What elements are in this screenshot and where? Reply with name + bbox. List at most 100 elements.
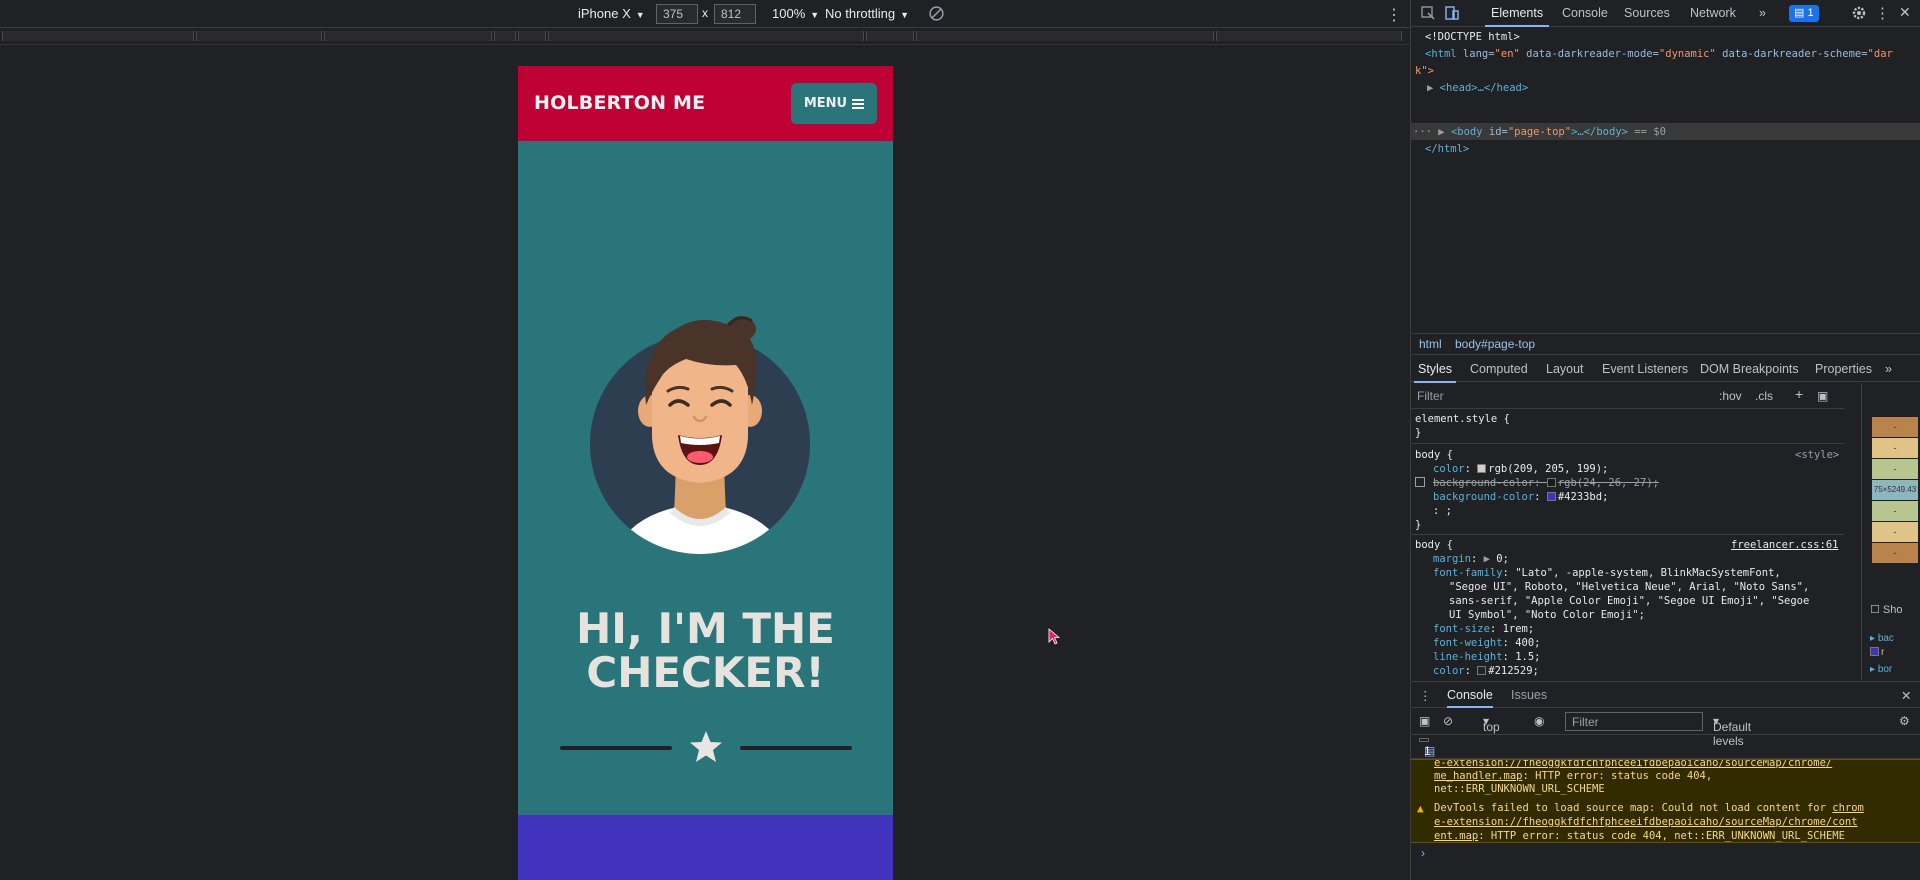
width-input[interactable]: 375 — [656, 4, 698, 24]
console-filter-input[interactable]: Filter — [1565, 712, 1703, 731]
tab-network[interactable]: Network — [1690, 6, 1736, 20]
drawer-menu-icon[interactable]: ⋮ — [1419, 688, 1432, 703]
margin-declaration[interactable]: margin: ▶ 0; — [1433, 552, 1509, 566]
inspect-element-icon[interactable] — [1420, 5, 1436, 21]
html-close-node[interactable]: </html> — [1425, 141, 1469, 158]
drawer-tab-issues[interactable]: Issues — [1511, 688, 1547, 702]
font-weight-declaration[interactable]: font-weight: 400; — [1433, 636, 1541, 650]
box-padding-bottom: - — [1872, 501, 1918, 521]
tab-console[interactable]: Console — [1562, 6, 1608, 20]
sidebar-toggle-icon[interactable]: ▣ — [1419, 714, 1430, 728]
close-drawer-icon[interactable]: ✕ — [1901, 688, 1911, 703]
box-border: - — [1872, 438, 1918, 458]
body-tag: <body — [1450, 126, 1483, 138]
expand-arrow-icon[interactable]: ▶ — [1427, 82, 1440, 94]
expand-arrow-icon[interactable]: ▶ — [1438, 126, 1451, 138]
declaration-checkbox[interactable] — [1415, 477, 1425, 487]
cls-toggle[interactable]: .cls — [1755, 389, 1773, 403]
device-name: iPhone X — [578, 6, 631, 21]
star-icon — [690, 731, 722, 762]
zoom-select[interactable]: 100% ▼ — [772, 6, 819, 21]
bg-declaration-disabled[interactable]: background-color: rgb(24, 26, 27); — [1415, 476, 1659, 490]
device-select[interactable]: iPhone X ▼ — [578, 6, 645, 21]
more-tabs-icon[interactable]: » — [1759, 6, 1766, 20]
context-select[interactable]: top ▾ — [1483, 714, 1500, 734]
tab-layout[interactable]: Layout — [1546, 362, 1584, 376]
head-node[interactable]: ▶ <head>…</head> — [1427, 80, 1528, 97]
issues-summary[interactable]: 1 Issue: ▤ 1 — [1411, 735, 1920, 772]
close-icon[interactable]: ✕ — [1899, 4, 1911, 21]
bg-declaration[interactable]: background-color: #4233bd; — [1433, 490, 1608, 504]
body-rule-selector-2[interactable]: body { — [1415, 538, 1453, 552]
avatar-illustration — [590, 316, 810, 554]
live-expression-eye-icon[interactable]: ◉ — [1534, 714, 1544, 728]
prop-name: font-size — [1433, 623, 1490, 635]
rotate-icon[interactable] — [928, 5, 945, 22]
tab-sources[interactable]: Sources — [1624, 6, 1670, 20]
console-prompt[interactable]: › — [1421, 846, 1425, 860]
more-options-icon[interactable]: ⋮ — [1386, 5, 1402, 25]
warning-2-link-b[interactable]: e-extension://fheoggkfdfchfphceeifdbepao… — [1434, 816, 1858, 828]
breadcrumb-html[interactable]: html — [1419, 337, 1442, 351]
page-title: HI, I'M THE CHECKER! — [518, 607, 893, 695]
computed-prop-border[interactable]: ▸ bor — [1870, 664, 1892, 675]
menu-button[interactable]: MENU — [791, 83, 877, 124]
color-declaration[interactable]: color: rgb(209, 205, 199); — [1433, 462, 1608, 476]
body-rule-selector[interactable]: body { — [1415, 448, 1453, 462]
prop-name: color — [1433, 665, 1465, 677]
breadcrumb-body[interactable]: body#page-top — [1455, 337, 1535, 351]
tab-event-listeners[interactable]: Event Listeners — [1602, 362, 1688, 376]
more-subtabs-icon[interactable]: » — [1885, 362, 1892, 376]
breadcrumb: html body#page-top — [1411, 333, 1920, 355]
navbar: HOLBERTON ME MENU — [518, 66, 893, 141]
tab-computed[interactable]: Computed — [1470, 362, 1528, 376]
freelancer-css-link[interactable]: freelancer.css:61 — [1731, 538, 1838, 552]
customize-menu-icon[interactable]: ⋮ — [1875, 4, 1890, 22]
settings-gear-icon[interactable] — [1851, 5, 1867, 21]
log-levels-select[interactable]: Default levels ▾ — [1713, 714, 1751, 748]
show-all-checkbox[interactable]: ☐ Sho — [1870, 603, 1903, 616]
console-settings-gear-icon[interactable]: ⚙ — [1899, 714, 1910, 728]
warning-1-link-b[interactable]: me_handler.map — [1434, 770, 1523, 782]
line-height-declaration[interactable]: line-height: 1.5; — [1433, 650, 1541, 664]
new-rule-icon[interactable]: + — [1795, 386, 1803, 402]
color-swatch[interactable] — [1477, 464, 1487, 473]
toggle-sidebar-icon[interactable]: ▣ — [1817, 389, 1828, 403]
warning-2-link-a[interactable]: chrom — [1832, 802, 1864, 814]
drawer-tab-console[interactable]: Console — [1447, 688, 1493, 708]
issues-summary-button[interactable]: 1 Issue: ▤ 1 — [1419, 738, 1456, 772]
tab-dom-breakpoints[interactable]: DOM Breakpoints — [1700, 362, 1799, 376]
device-toggle-icon[interactable] — [1444, 5, 1460, 21]
brand-link[interactable]: HOLBERTON ME — [534, 92, 705, 114]
next-section — [518, 815, 893, 880]
color-swatch[interactable] — [1477, 666, 1487, 675]
body-node[interactable]: ··· ▶ <body id="page-top">…</body> == $0 — [1413, 124, 1666, 141]
throttling-select[interactable]: No throttling ▼ — [825, 6, 909, 21]
color-swatch[interactable] — [1546, 478, 1556, 487]
font-family-declaration[interactable]: font-family: "Lato", -apple-system, Blin… — [1433, 566, 1781, 580]
issues-badge[interactable]: ▤ 1 — [1789, 5, 1819, 22]
tab-properties[interactable]: Properties — [1815, 362, 1872, 376]
empty-declaration[interactable]: : ; — [1433, 504, 1452, 518]
tab-elements[interactable]: Elements — [1484, 6, 1550, 27]
color-swatch[interactable] — [1546, 492, 1556, 501]
color-declaration-2[interactable]: color: #212529; — [1433, 664, 1539, 678]
warning-1-link-a[interactable]: e-extension://fheoggkfdfchfphceeifdbepao… — [1434, 760, 1832, 769]
hov-toggle[interactable]: :hov — [1719, 389, 1742, 403]
tab-styles[interactable]: Styles — [1413, 362, 1457, 383]
clear-console-icon[interactable]: ⊘ — [1443, 714, 1453, 728]
element-style-rule[interactable]: element.style { — [1415, 412, 1510, 426]
height-input[interactable]: 812 — [714, 4, 756, 24]
computed-prop-bg[interactable]: ▸ bac — [1870, 633, 1894, 644]
warning-2-link-c[interactable]: ent.map — [1434, 830, 1478, 842]
chevron-down-icon: ▼ — [635, 10, 645, 20]
devtools-panel: Elements Console Sources Network » ▤ 1 ⋮… — [1410, 0, 1920, 880]
style-source-link[interactable]: <style> — [1795, 448, 1839, 462]
html-node[interactable]: <html lang="en" data-darkreader-mode="dy… — [1425, 46, 1893, 63]
node-actions-icon[interactable]: ··· — [1413, 126, 1438, 138]
media-query-bar[interactable] — [0, 28, 1410, 45]
doctype-node[interactable]: <!DOCTYPE html> — [1425, 29, 1520, 46]
styles-filter-input[interactable]: Filter — [1417, 389, 1444, 403]
html-tag: <html — [1425, 48, 1457, 60]
font-size-declaration[interactable]: font-size: 1rem; — [1433, 622, 1534, 636]
